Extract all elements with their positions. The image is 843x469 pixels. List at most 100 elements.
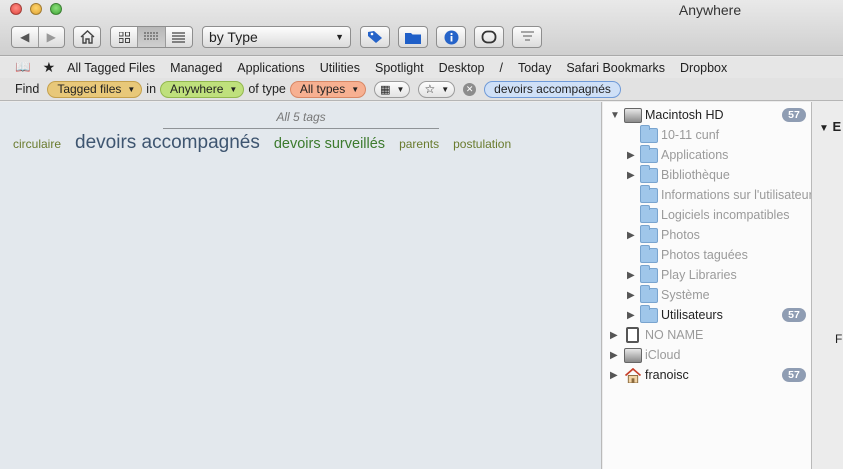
tree-item-folder[interactable]: ▶ Play Libraries [603,264,811,285]
zoom-window-button[interactable] [50,3,62,15]
folder-icon [405,32,421,44]
toolbar: Anywhere ◀ ▶ by Type ▼ [0,0,843,56]
disclosure-open-icon[interactable]: ▼ [819,123,829,134]
favorite-item-applications[interactable]: Applications [237,61,304,75]
view-mode-control [110,26,193,48]
tree-item-home[interactable]: ▶ franoisc 57 [603,365,811,385]
disclosure-closed-icon[interactable]: ▶ [627,290,635,301]
search-tag-token[interactable]: devoirs accompagnés [484,80,621,98]
tree-item-folder[interactable]: ▶ Photos [603,224,811,245]
icon-view-icon[interactable] [111,27,139,47]
star-outline-icon: ☆ [424,82,436,96]
tree-item-label: Logiciels incompatibles [661,208,790,222]
tag-button[interactable] [360,26,390,48]
tree-item-folder[interactable]: Logiciels incompatibles [603,204,811,225]
tag-circulaire[interactable]: circulaire [13,137,61,151]
tree-item-folder[interactable]: Photos taguées [603,244,811,265]
tag-postulation[interactable]: postulation [453,137,511,151]
favorite-item-managed[interactable]: Managed [170,61,222,75]
disk-icon [624,347,642,363]
find-location-popup[interactable]: Anywhere ▼ [160,80,245,98]
disclosure-closed-icon[interactable]: ▶ [610,350,618,361]
favorite-item-spotlight[interactable]: Spotlight [375,61,424,75]
tree-item-folder[interactable]: 10-11 cunf [603,124,811,145]
tree-item-folder[interactable]: ▶ Bibliothèque [603,164,811,185]
arrange-by-popup[interactable]: by Type ▼ [202,26,351,48]
favorite-item-root[interactable]: / [500,61,503,75]
arrange-by-value: by Type [209,29,258,45]
count-badge: 57 [782,308,806,322]
date-filter-popup[interactable]: ▦ ▼ [374,80,411,98]
find-type-popup[interactable]: All types ▼ [289,80,367,98]
folder-icon [640,204,658,223]
locations-tree: ▼ Macintosh HD 57 10-11 cunf ▶ Applicati… [603,102,812,469]
minimize-window-button[interactable] [30,3,42,15]
favorite-item-safari-bookmarks[interactable]: Safari Bookmarks [566,61,665,75]
disclosure-closed-icon[interactable]: ▶ [627,170,635,181]
count-badge: 57 [782,368,806,382]
disclosure-closed-icon[interactable]: ▶ [627,150,635,161]
tag-icon [368,31,382,43]
rating-filter-popup[interactable]: ☆ ▼ [418,80,456,98]
disclosure-closed-icon[interactable]: ▶ [610,370,618,381]
tree-item-icloud[interactable]: ▶ iCloud [603,345,811,365]
star-icon[interactable]: ★ [43,59,56,76]
tag-cloud-pane: All 5 tags circulaire devoirs accompagné… [0,102,602,469]
folder-icon [640,224,658,243]
disclosure-closed-icon[interactable]: ▶ [627,270,635,281]
calendar-icon: ▦ [380,83,391,96]
favorite-item-utilities[interactable]: Utilities [320,61,360,75]
tree-item-folder[interactable]: ▶ Système [603,284,811,305]
back-arrow-icon[interactable]: ◀ [12,27,39,47]
tree-item-alias[interactable]: Informations sur l'utilisateur [603,184,812,205]
disclosure-open-icon[interactable]: ▼ [610,110,620,121]
tree-item-label: Bibliothèque [661,168,730,182]
tree-item-folder[interactable]: ▶ Applications [603,144,811,165]
tag-parents[interactable]: parents [399,137,439,151]
popup-arrow-icon: ▼ [351,84,360,94]
favorite-item-desktop[interactable]: Desktop [439,61,485,75]
book-icon[interactable]: 📖 [15,60,31,75]
count-badge: 57 [782,108,806,122]
disclosure-closed-icon[interactable]: ▶ [627,230,635,241]
forward-arrow-icon[interactable]: ▶ [39,27,65,47]
list-view-icon[interactable] [166,27,192,47]
tag-devoirs-accompagnes[interactable]: devoirs accompagnés [75,132,260,154]
tree-item-label: Informations sur l'utilisateur [661,188,812,202]
disclosure-closed-icon[interactable]: ▶ [627,310,635,321]
popup-arrow-icon: ▼ [396,84,405,94]
favorite-item-all-tagged-files[interactable]: All Tagged Files [67,61,155,75]
tag-devoirs-surveilles[interactable]: devoirs surveillés [274,136,385,152]
quick-look-button[interactable] [474,26,504,48]
filter-icon [520,31,534,41]
disclosure-closed-icon[interactable]: ▶ [610,330,618,341]
window-title: Anywhere [678,2,742,18]
favorite-item-dropbox[interactable]: Dropbox [680,61,727,75]
find-bar: Find Tagged files ▼ in Anywhere ▼ of type … [0,78,843,101]
favorite-item-today[interactable]: Today [518,61,551,75]
tree-item-label: NO NAME [645,328,704,342]
find-kind-popup[interactable]: Tagged files ▼ [47,80,143,98]
tag-cloud-header: All 5 tags [163,110,439,129]
tree-item-macintosh-hd[interactable]: ▼ Macintosh HD 57 [603,105,811,125]
inspector-heading: ▼ E [819,119,841,134]
tree-item-utilisateurs[interactable]: ▶ Utilisateurs 57 [603,304,811,325]
info-icon [444,30,458,44]
reveal-folder-button[interactable] [398,26,428,48]
close-window-button[interactable] [10,3,22,15]
popup-arrow-icon: ▼ [229,84,238,94]
filter-button[interactable] [512,26,542,48]
alias-folder-icon [640,184,658,203]
popup-arrow-icon: ▼ [335,32,344,42]
popup-arrow-icon: ▼ [127,84,136,94]
tree-item-label: Photos [661,228,700,242]
inspector-field-label: F [835,332,843,346]
clear-search-icon[interactable]: ✕ [463,82,477,96]
home-button[interactable] [73,26,101,48]
tree-item-no-name[interactable]: ▶ NO NAME [603,325,811,345]
tree-item-label: Utilisateurs [661,308,723,322]
inspector-heading-text: E [832,119,842,134]
info-button[interactable] [436,26,466,48]
hard-drive-icon [624,107,642,123]
cloud-view-icon[interactable] [138,27,166,47]
